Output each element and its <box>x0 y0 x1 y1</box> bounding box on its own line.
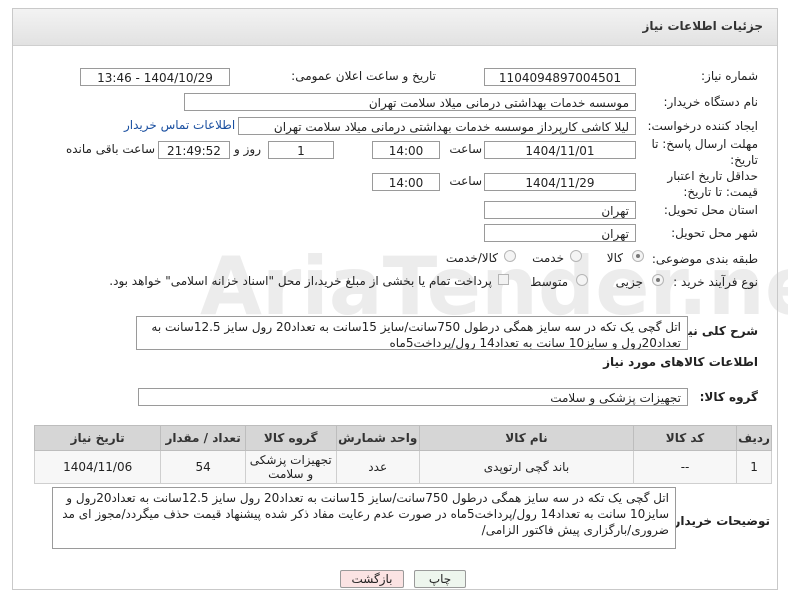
process-minor-label: جزیی <box>615 275 643 289</box>
cell-date: 1404/11/06 <box>33 450 162 484</box>
validity-time-label: ساعت <box>449 174 482 188</box>
category-goods-service-label: کالا/خدمت <box>445 251 498 265</box>
category-service-radio[interactable] <box>570 250 582 262</box>
remaining-label: ساعت باقی مانده <box>65 142 155 156</box>
days-label: روز و <box>234 142 261 156</box>
col-unit: واحد شمارش <box>335 425 420 451</box>
reply-deadline-label: مهلت ارسال پاسخ: تا تاریخ: <box>651 137 758 167</box>
announce-label: تاریخ و ساعت اعلان عمومی: <box>291 69 436 83</box>
process-medium-radio[interactable] <box>576 274 588 286</box>
process-medium-label: متوسط <box>530 275 568 289</box>
col-date: تاریخ نیاز <box>33 425 162 451</box>
table-row[interactable]: 1 -- باند گچی ارتوپدی عدد تجهیزات پزشکی … <box>33 450 772 484</box>
creator-field[interactable]: لیلا کاشی کارپرداز موسسه خدمات بهداشتی د… <box>238 117 636 135</box>
buyer-org-label: نام دستگاه خریدار: <box>663 95 759 109</box>
buyer-org-field[interactable]: موسسه خدمات بهداشتی درمانی میلاد سلامت ت… <box>184 93 636 111</box>
print-button[interactable]: چاپ <box>414 570 466 588</box>
cell-code: -- <box>633 450 738 484</box>
process-label: نوع فرآیند خرید : <box>673 275 758 289</box>
col-row: ردیف <box>736 425 772 451</box>
goods-section-title: اطلاعات کالاهای مورد نیاز <box>603 355 758 369</box>
goods-group-field[interactable]: تجهیزات پزشکی و سلامت <box>138 388 688 406</box>
category-goods-service-radio[interactable] <box>504 250 516 262</box>
col-group: گروه کالا <box>244 425 337 451</box>
category-goods-label: کالا <box>606 251 623 265</box>
creator-label: ایجاد کننده درخواست: <box>647 119 758 133</box>
price-validity-label: حداقل تاریخ اعتبار قیمت: تا تاریخ: <box>667 169 758 199</box>
cell-qty: 54 <box>160 450 246 484</box>
days-field[interactable]: 1 <box>268 141 334 159</box>
back-button[interactable]: بازگشت <box>340 570 404 588</box>
col-name: نام کالا <box>418 425 635 451</box>
col-code: کد کالا <box>633 425 738 451</box>
buyer-notes-label: توضیحات خریدار: <box>668 514 770 528</box>
cell-unit: عدد <box>335 450 420 484</box>
col-qty: تعداد / مقدار <box>160 425 246 451</box>
validity-time-field[interactable]: 14:00 <box>372 173 440 191</box>
goods-group-label: گروه کالا: <box>699 390 758 404</box>
province-label: استان محل تحویل: <box>663 203 758 217</box>
city-label: شهر محل تحویل: <box>671 226 758 240</box>
summary-textarea[interactable]: اتل گچی یک تکه در سه سایز همگی درطول 750… <box>136 316 688 350</box>
need-number-label: شماره نیاز: <box>701 69 758 83</box>
announce-field[interactable]: 1404/10/29 - 13:46 <box>80 68 230 86</box>
reply-time-label: ساعت <box>449 142 482 156</box>
validity-date-field[interactable]: 1404/11/29 <box>484 173 636 191</box>
cell-name: باند گچی ارتوپدی <box>418 450 635 484</box>
need-number-field[interactable]: 1104094897004501 <box>484 68 636 86</box>
panel-header: جزئیات اطلاعات نیاز <box>13 9 777 46</box>
cell-row: 1 <box>736 450 772 484</box>
remaining-time-field[interactable]: 21:49:52 <box>158 141 230 159</box>
cell-group: تجهیزات پزشکی و سلامت <box>244 450 337 484</box>
category-service-label: خدمت <box>532 251 564 265</box>
buyer-contact-link[interactable]: اطلاعات تماس خریدار <box>124 118 235 132</box>
reply-time-field[interactable]: 14:00 <box>372 141 440 159</box>
process-minor-radio[interactable] <box>652 274 664 286</box>
table-header-row: ردیف کد کالا نام کالا واحد شمارش گروه کا… <box>33 425 772 451</box>
treasury-payment-note: پرداخت تمام یا بخشی از مبلغ خرید،از محل … <box>109 274 492 288</box>
page-title: جزئیات اطلاعات نیاز <box>642 19 763 33</box>
reply-date-field[interactable]: 1404/11/01 <box>484 141 636 159</box>
buyer-notes-textarea[interactable]: اتل گچی یک تکه در سه سایز همگی درطول 750… <box>52 487 676 549</box>
category-goods-radio[interactable] <box>632 250 644 262</box>
city-field[interactable]: تهران <box>484 224 636 242</box>
items-table: ردیف کد کالا نام کالا واحد شمارش گروه کا… <box>33 425 772 484</box>
treasury-payment-checkbox[interactable] <box>498 274 509 285</box>
province-field[interactable]: تهران <box>484 201 636 219</box>
category-label: طبقه بندی موضوعی: <box>651 252 758 266</box>
